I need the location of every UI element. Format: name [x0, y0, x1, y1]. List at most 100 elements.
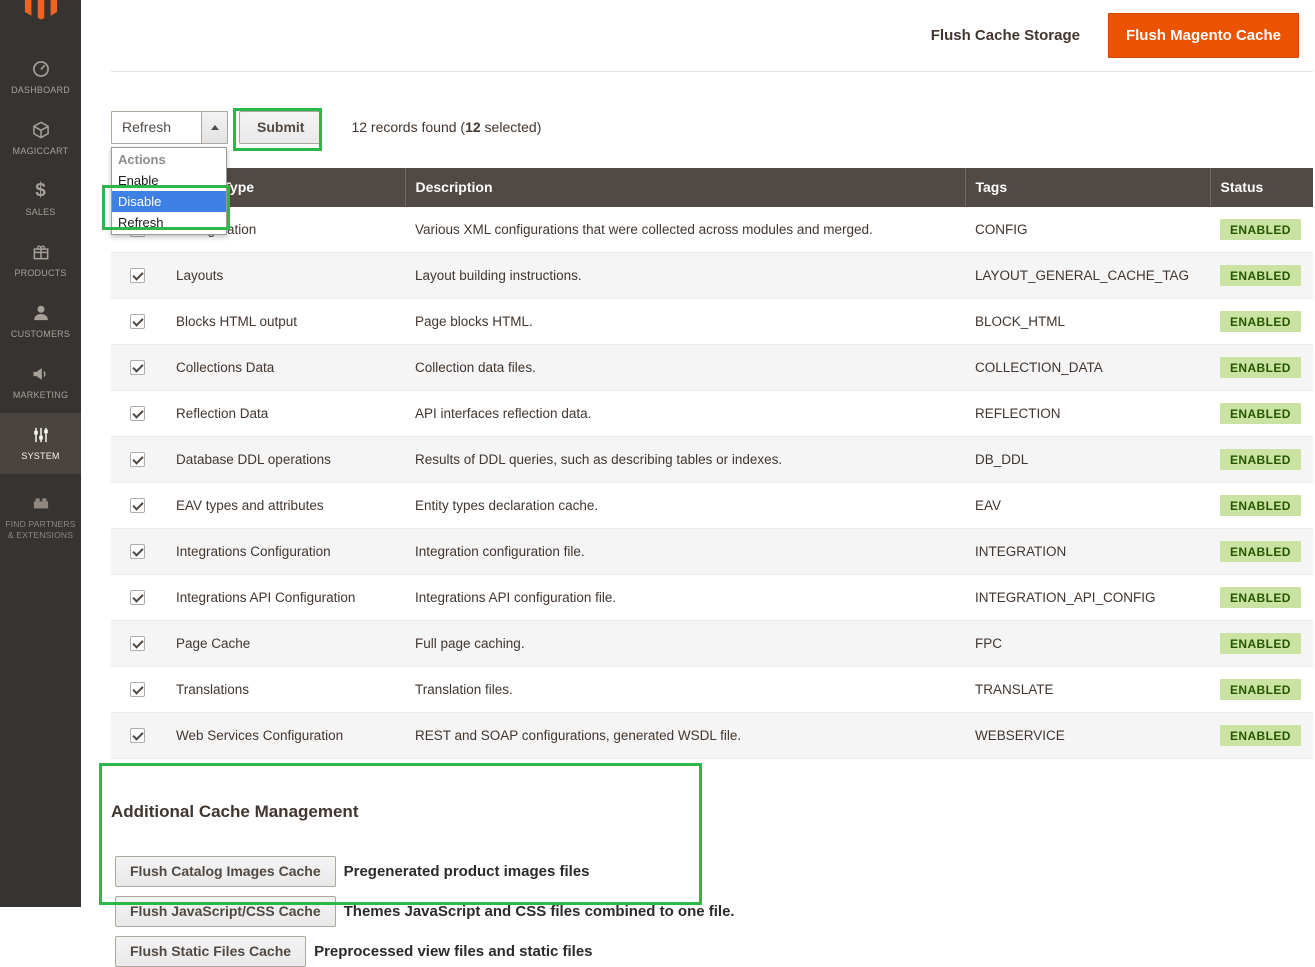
cache-type-cell: Database DDL operations [166, 436, 405, 482]
sidebar-item-customers[interactable]: CUSTOMERS [0, 291, 81, 352]
cache-type-cell: Page Cache [166, 620, 405, 666]
cache-type-cell: Integrations API Configuration [166, 574, 405, 620]
dropdown-group-label: Actions [112, 149, 226, 170]
flush-cache-storage-button[interactable]: Flush Cache Storage [931, 27, 1080, 44]
status-badge: ENABLED [1220, 403, 1301, 424]
description-cell: Results of DDL queries, such as describi… [405, 436, 965, 482]
row-checkbox[interactable] [130, 544, 145, 559]
description-cell: REST and SOAP configurations, generated … [405, 712, 965, 758]
sidebar-item-products[interactable]: PRODUCTS [0, 230, 81, 291]
flush-magento-cache-button[interactable]: Flush Magento Cache [1108, 13, 1299, 58]
status-badge: ENABLED [1220, 679, 1301, 700]
caret-up-icon [211, 125, 219, 130]
sidebar-item-label: FIND PARTNERS & EXTENSIONS [3, 519, 78, 540]
tags-cell: FPC [965, 620, 1210, 666]
tags-cell: REFLECTION [965, 390, 1210, 436]
table-row: Reflection DataAPI interfaces reflection… [111, 390, 1313, 436]
additional-cache-title: Additional Cache Management [111, 802, 1313, 822]
row-checkbox[interactable] [130, 728, 145, 743]
sidebar-item-marketing[interactable]: MARKETING [0, 352, 81, 413]
column-header-tags[interactable]: Tags [965, 168, 1210, 207]
row-checkbox[interactable] [130, 314, 145, 329]
column-header-description[interactable]: Description [405, 168, 965, 207]
status-badge: ENABLED [1220, 587, 1301, 608]
table-row: Blocks HTML outputPage blocks HTML.BLOCK… [111, 298, 1313, 344]
description-cell: Layout building instructions. [405, 252, 965, 298]
table-row: Integrations API ConfigurationIntegratio… [111, 574, 1313, 620]
tags-cell: INTEGRATION_API_CONFIG [965, 574, 1210, 620]
records-count-text: 12 records found (12 selected) [351, 119, 541, 135]
cache-grid: Cache Type Description Tags Status Confi… [111, 168, 1313, 759]
row-checkbox[interactable] [130, 636, 145, 651]
sidebar-item-sales[interactable]: $ SALES [0, 169, 81, 230]
tags-cell: TRANSLATE [965, 666, 1210, 712]
description-cell: Collection data files. [405, 344, 965, 390]
status-badge: ENABLED [1220, 265, 1301, 286]
table-row: Page CacheFull page caching.FPCENABLED [111, 620, 1313, 666]
select-caret-button[interactable] [201, 112, 227, 143]
description-cell: Integration configuration file. [405, 528, 965, 574]
description-cell: Integrations API configuration file. [405, 574, 965, 620]
sidebar-item-label: MAGICCART [13, 146, 69, 157]
sidebar-item-label: MARKETING [13, 390, 68, 401]
grid-header-row: Cache Type Description Tags Status [111, 168, 1313, 207]
dropdown-option-disable[interactable]: Disable [112, 191, 226, 212]
page-actions-bar: Flush Cache Storage Flush Magento Cache [111, 0, 1313, 72]
row-checkbox[interactable] [130, 682, 145, 697]
flush-static-files-cache-button[interactable]: Flush Static Files Cache [115, 936, 306, 967]
tags-cell: WEBSERVICE [965, 712, 1210, 758]
cache-action-row: Flush Static Files Cache Preprocessed vi… [115, 936, 1313, 967]
sidebar-item-system[interactable]: SYSTEM [0, 413, 81, 474]
row-checkbox[interactable] [130, 268, 145, 283]
cache-action-row: Flush JavaScript/CSS Cache Themes JavaSc… [115, 896, 1313, 927]
sidebar-item-find-partners-extensions[interactable]: FIND PARTNERS & EXTENSIONS [0, 488, 81, 546]
cache-type-cell: Collections Data [166, 344, 405, 390]
column-header-status[interactable]: Status [1210, 168, 1313, 207]
person-icon [31, 303, 51, 323]
cache-action-description: Themes JavaScript and CSS files combined… [344, 903, 735, 920]
magento-logo[interactable] [24, 0, 58, 27]
row-checkbox[interactable] [130, 406, 145, 421]
table-row: EAV types and attributesEntity types dec… [111, 482, 1313, 528]
dashboard-icon [31, 59, 51, 79]
description-cell: Full page caching. [405, 620, 965, 666]
row-checkbox[interactable] [130, 498, 145, 513]
flush-javascript-css-cache-button[interactable]: Flush JavaScript/CSS Cache [115, 896, 336, 927]
description-cell: Translation files. [405, 666, 965, 712]
description-cell: Page blocks HTML. [405, 298, 965, 344]
row-checkbox[interactable] [130, 360, 145, 375]
dropdown-option-refresh[interactable]: Refresh [112, 212, 226, 233]
cache-type-cell: Translations [166, 666, 405, 712]
dollar-icon: $ [35, 181, 46, 201]
table-row: Web Services ConfigurationREST and SOAP … [111, 712, 1313, 758]
sidebar-item-magiccart[interactable]: MAGICCART [0, 108, 81, 169]
description-cell: API interfaces reflection data. [405, 390, 965, 436]
flush-catalog-images-cache-button[interactable]: Flush Catalog Images Cache [115, 856, 336, 887]
sidebar-menu: DASHBOARD MAGICCART $ SALES PRODUCTS CUS… [0, 47, 81, 546]
status-badge: ENABLED [1220, 311, 1301, 332]
dropdown-option-enable[interactable]: Enable [112, 170, 226, 191]
row-checkbox[interactable] [130, 452, 145, 467]
tags-cell: INTEGRATION [965, 528, 1210, 574]
main-content: Flush Cache Storage Flush Magento Cache … [81, 0, 1315, 907]
submit-button[interactable]: Submit [239, 111, 322, 144]
mass-action-select[interactable]: Refresh [111, 111, 228, 144]
table-row: Collections DataCollection data files.CO… [111, 344, 1313, 390]
tags-cell: CONFIG [965, 207, 1210, 253]
gift-box-icon [31, 242, 51, 262]
tags-cell: COLLECTION_DATA [965, 344, 1210, 390]
cache-type-cell: Integrations Configuration [166, 528, 405, 574]
status-badge: ENABLED [1220, 541, 1301, 562]
tags-cell: LAYOUT_GENERAL_CACHE_TAG [965, 252, 1210, 298]
mass-action-dropdown-list: Actions Enable Disable Refresh [111, 147, 227, 235]
selected-count: 12 [465, 119, 481, 135]
table-row: LayoutsLayout building instructions.LAYO… [111, 252, 1313, 298]
cache-action-row: Flush Catalog Images Cache Pregenerated … [115, 856, 1313, 887]
grid-toolbar: Refresh Submit 12 records found (12 sele… [111, 110, 1313, 144]
row-checkbox[interactable] [130, 590, 145, 605]
sidebar-item-label: SALES [25, 207, 55, 218]
cache-type-cell: Reflection Data [166, 390, 405, 436]
sidebar-item-dashboard[interactable]: DASHBOARD [0, 47, 81, 108]
table-row: TranslationsTranslation files.TRANSLATE E… [111, 666, 1313, 712]
admin-sidebar: DASHBOARD MAGICCART $ SALES PRODUCTS CUS… [0, 0, 81, 907]
